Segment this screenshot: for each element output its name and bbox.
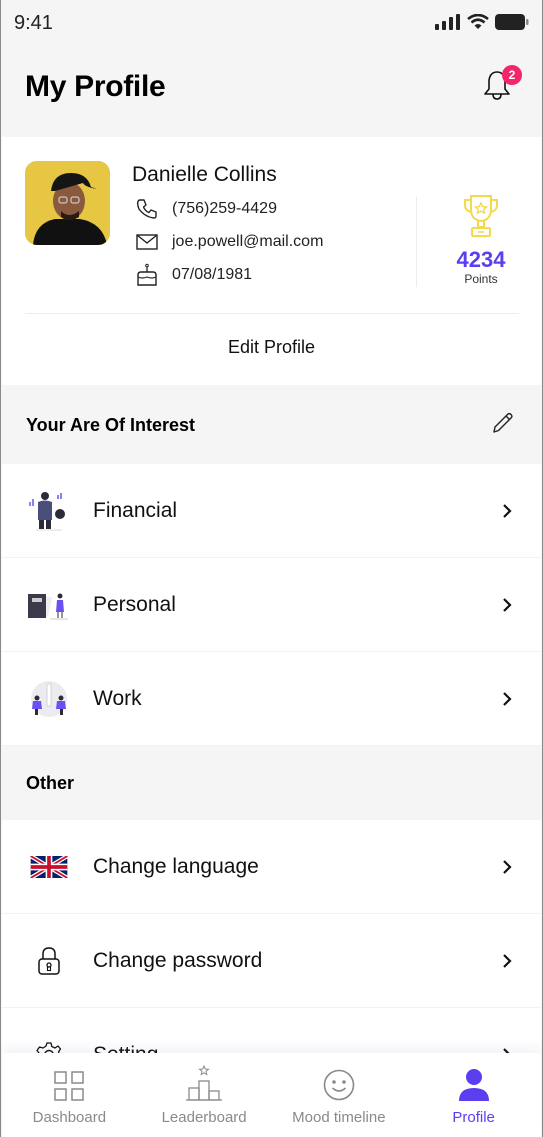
page-title: My Profile bbox=[25, 70, 166, 103]
signal-icon bbox=[435, 14, 460, 30]
points-divider bbox=[416, 197, 417, 287]
nav-label: Profile bbox=[452, 1109, 495, 1126]
notifications-button[interactable]: 2 bbox=[482, 65, 522, 103]
podium-icon bbox=[186, 1063, 223, 1101]
nav-dashboard[interactable]: Dashboard bbox=[2, 1063, 137, 1126]
other-item-label: Change password bbox=[93, 948, 263, 972]
chevron-right-icon bbox=[503, 859, 512, 874]
wifi-icon bbox=[467, 14, 489, 29]
pencil-icon bbox=[493, 412, 513, 433]
nav-label: Mood timeline bbox=[292, 1109, 386, 1126]
notification-badge: 2 bbox=[502, 65, 522, 85]
interest-section-header: Your Are Of Interest bbox=[2, 386, 541, 464]
nav-leaderboard[interactable]: Leaderboard bbox=[137, 1063, 272, 1126]
nav-label: Leaderboard bbox=[161, 1109, 247, 1126]
status-time: 9:41 bbox=[14, 11, 53, 34]
points-value: 4234 bbox=[456, 247, 506, 272]
other-section-title: Other bbox=[26, 772, 75, 793]
nav-profile[interactable]: Profile bbox=[406, 1063, 541, 1126]
card-divider bbox=[25, 313, 519, 314]
birthday-row: 07/08/1981 bbox=[135, 263, 252, 287]
status-bar: 9:41 bbox=[1, 0, 542, 44]
interest-item-financial[interactable]: Financial bbox=[2, 464, 541, 558]
other-item-label: Change language bbox=[93, 854, 259, 878]
birthday-date: 07/08/1981 bbox=[172, 266, 253, 283]
nav-label: Dashboard bbox=[32, 1109, 107, 1126]
work-illustration-icon bbox=[26, 676, 72, 722]
interest-item-label: Work bbox=[93, 686, 142, 710]
battery-icon bbox=[495, 14, 529, 30]
interest-section-title: Your Are Of Interest bbox=[26, 414, 196, 435]
other-item-change-language[interactable]: Change language bbox=[2, 820, 541, 914]
personal-illustration-icon bbox=[26, 582, 72, 628]
smiley-icon bbox=[323, 1063, 355, 1101]
edit-profile-button[interactable]: Edit Profile bbox=[2, 337, 541, 358]
cake-icon bbox=[135, 263, 159, 287]
status-icons bbox=[435, 14, 529, 30]
points-box: 4234 Points bbox=[442, 193, 520, 286]
phone-row: (756)259-4429 bbox=[135, 197, 277, 221]
chevron-right-icon bbox=[503, 597, 512, 612]
email-row: joe.powell@mail.com bbox=[135, 230, 323, 254]
interest-item-personal[interactable]: Personal bbox=[2, 558, 541, 652]
email-address: joe.powell@mail.com bbox=[172, 233, 324, 250]
edit-interests-button[interactable] bbox=[491, 411, 515, 440]
chevron-right-icon bbox=[503, 691, 512, 706]
phone-icon bbox=[135, 197, 159, 221]
chevron-right-icon bbox=[503, 953, 512, 968]
grid-icon bbox=[54, 1063, 85, 1101]
other-item-change-password[interactable]: Change password bbox=[2, 914, 541, 1008]
avatar[interactable] bbox=[25, 161, 110, 245]
header: My Profile 2 bbox=[1, 44, 542, 136]
interest-item-label: Financial bbox=[93, 498, 178, 522]
financial-illustration-icon bbox=[26, 488, 72, 534]
person-icon bbox=[458, 1063, 490, 1101]
points-label: Points bbox=[464, 272, 498, 286]
nav-mood-timeline[interactable]: Mood timeline bbox=[272, 1063, 407, 1126]
avatar-photo bbox=[25, 161, 110, 245]
uk-flag-icon bbox=[26, 844, 72, 890]
user-name: Danielle Collins bbox=[132, 163, 277, 186]
phone-number: (756)259-4429 bbox=[172, 200, 277, 217]
lock-icon bbox=[26, 938, 72, 984]
other-section-header: Other bbox=[2, 746, 541, 820]
chevron-right-icon bbox=[503, 503, 512, 518]
mail-icon bbox=[135, 230, 159, 254]
bottom-nav: Dashboard Leaderboard Mood timeline Prof… bbox=[2, 1053, 541, 1137]
interest-item-work[interactable]: Work bbox=[2, 652, 541, 746]
profile-card: Danielle Collins (756)259-4429 joe.powel… bbox=[2, 137, 541, 385]
interest-item-label: Personal bbox=[93, 592, 176, 616]
trophy-icon bbox=[464, 195, 498, 237]
